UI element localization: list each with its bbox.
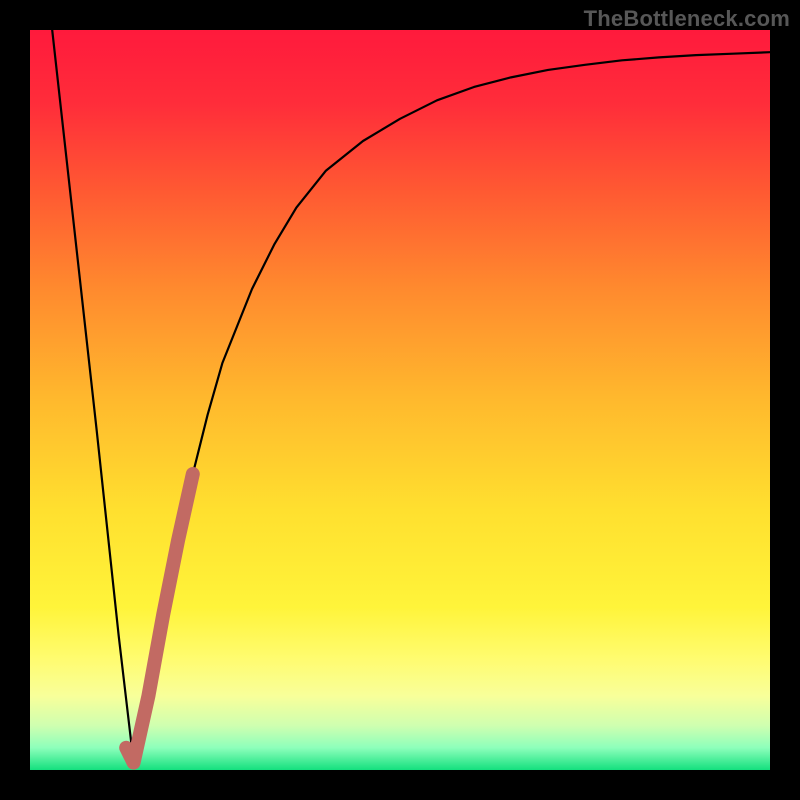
watermark-text: TheBottleneck.com — [584, 6, 790, 32]
chart-container: TheBottleneck.com — [0, 0, 800, 800]
plot-background — [30, 30, 770, 770]
chart-plot — [30, 30, 770, 770]
